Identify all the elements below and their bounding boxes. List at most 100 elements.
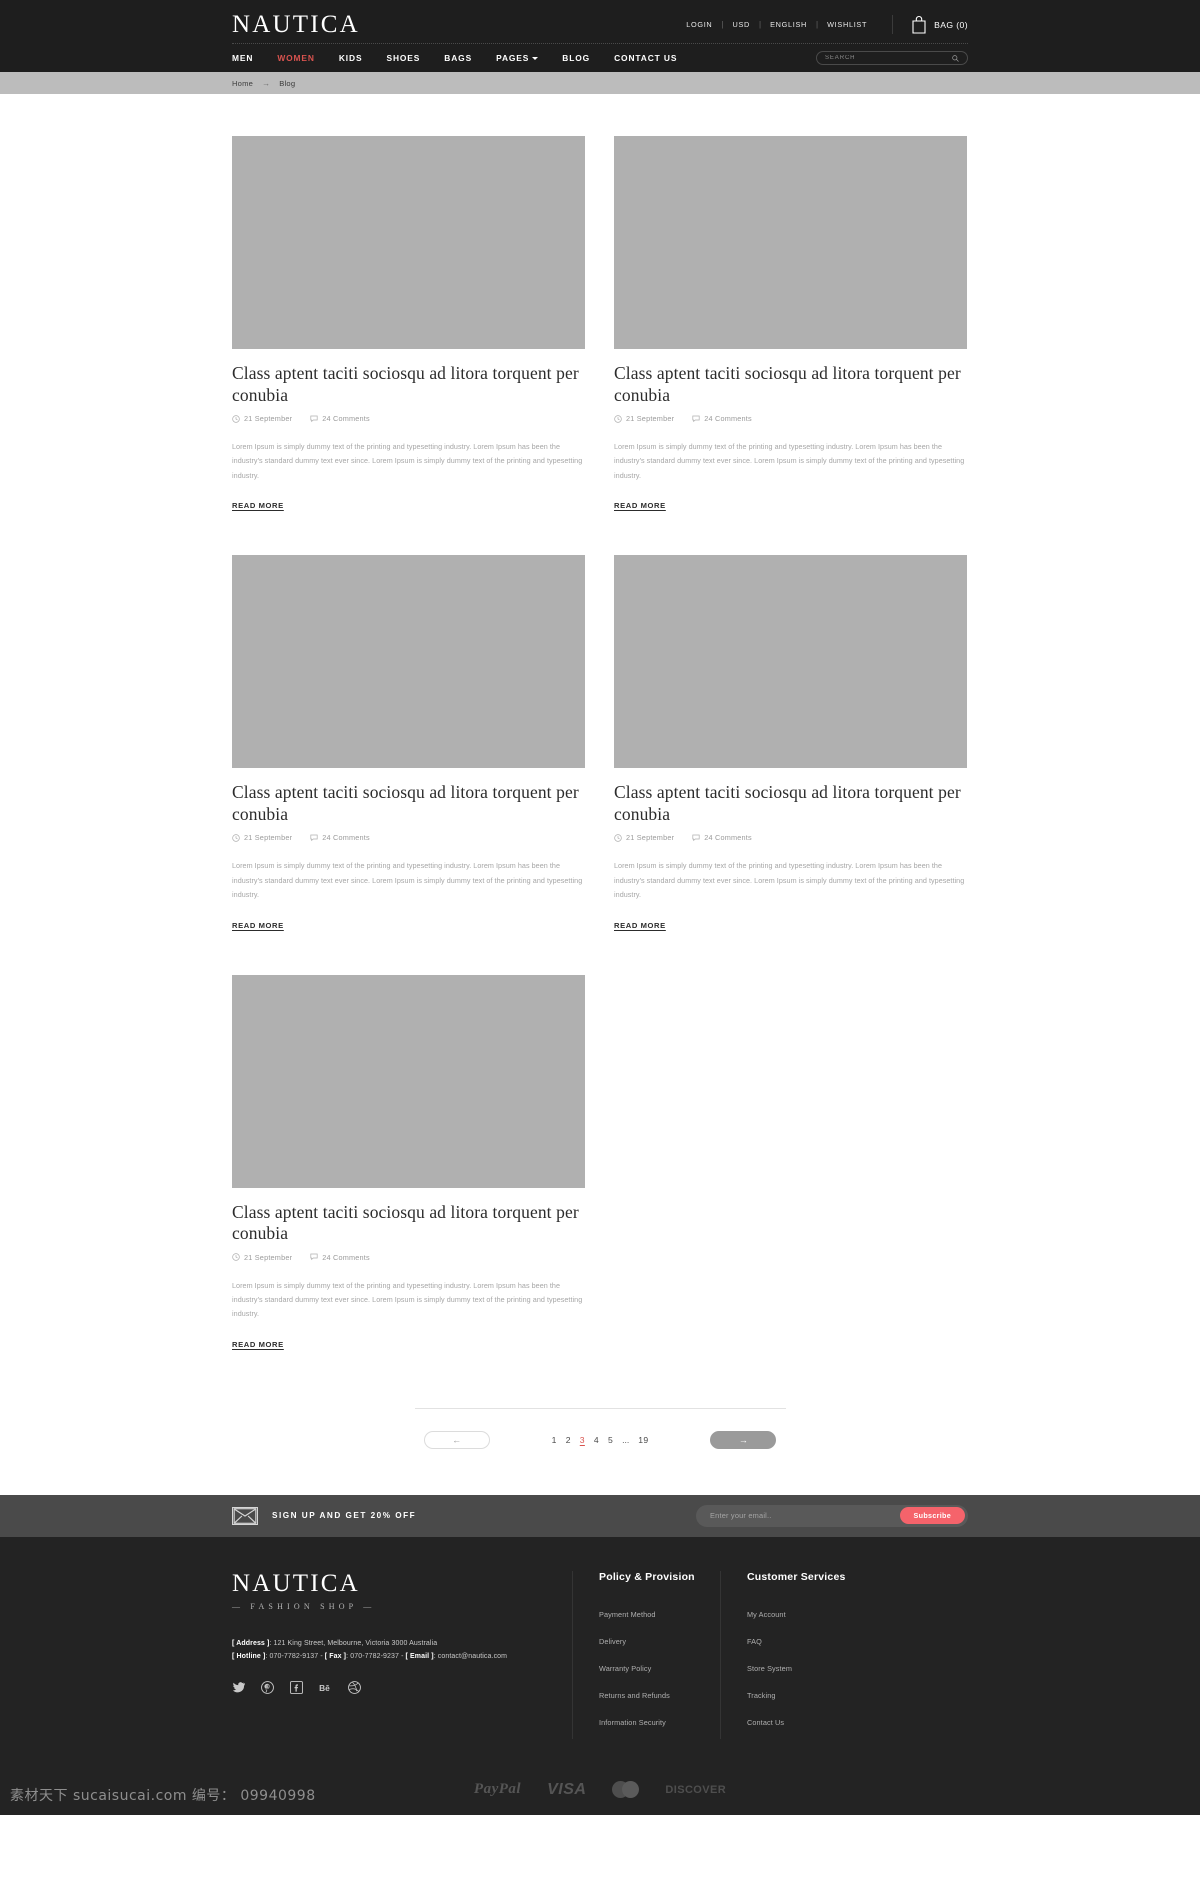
top-link-currency[interactable]: USD bbox=[723, 20, 759, 29]
post-date-label: 21 September bbox=[626, 833, 675, 843]
newsletter-headline: SIGN UP AND GET 20% OFF bbox=[272, 1511, 417, 1521]
footer-address-label: [ Address ] bbox=[232, 1639, 270, 1647]
footer-link-contact-us[interactable]: Contact Us bbox=[747, 1718, 784, 1727]
pagination-prev-button[interactable]: ← bbox=[423, 1430, 490, 1449]
pagination-rule bbox=[414, 1407, 786, 1409]
newsletter-email-input[interactable] bbox=[710, 1511, 900, 1521]
post-comments: 24 Comments bbox=[692, 414, 752, 423]
dribbble-icon[interactable] bbox=[348, 1681, 361, 1694]
footer-link-tracking[interactable]: Tracking bbox=[747, 1691, 776, 1700]
post-title[interactable]: Class aptent taciti sociosqu ad litora t… bbox=[232, 1202, 585, 1245]
top-link-wishlist[interactable]: WISHLIST bbox=[818, 20, 876, 29]
post-excerpt: Lorem Ipsum is simply dummy text of the … bbox=[614, 861, 965, 900]
post-excerpt: Lorem Ipsum is simply dummy text of the … bbox=[232, 1280, 583, 1319]
post-thumbnail[interactable] bbox=[614, 555, 967, 769]
footer-logo[interactable]: NAUTICA bbox=[232, 1571, 572, 1596]
pagination-page-3[interactable]: 3 bbox=[580, 1435, 585, 1445]
pagination-page-5[interactable]: 5 bbox=[608, 1435, 613, 1445]
nav-item-pages[interactable]: PAGES bbox=[484, 53, 550, 63]
footer-hotline-value: : 070-7782-9137 bbox=[265, 1653, 319, 1661]
header-top-row: NAUTICA LOGIN | USD | ENGLISH | WISHLIST bbox=[232, 0, 968, 43]
read-more-link[interactable]: READ MORE bbox=[232, 921, 284, 930]
nav-item-blog[interactable]: BLOG bbox=[550, 53, 602, 63]
pagination-next-button[interactable]: → bbox=[710, 1430, 777, 1449]
post-date: 21 September bbox=[232, 414, 292, 423]
site-footer: NAUTICA — FASHION SHOP — [ Address ]: 12… bbox=[0, 1536, 1200, 1815]
pagination-page-1[interactable]: 1 bbox=[552, 1435, 557, 1445]
footer-address-line: [ Address ]: 121 King Street, Melbourne,… bbox=[232, 1637, 572, 1651]
blog-post-card[interactable]: Class aptent taciti sociosqu ad litora t… bbox=[614, 136, 967, 513]
post-meta: 21 September 24 Comments bbox=[232, 833, 585, 842]
site-logo[interactable]: NAUTICA bbox=[232, 12, 360, 37]
read-more-link[interactable]: READ MORE bbox=[614, 501, 666, 510]
breadcrumb: Home → Blog bbox=[232, 79, 968, 88]
subscribe-button[interactable]: Subscribe bbox=[899, 1507, 965, 1525]
nav-item-shoes[interactable]: SHOES bbox=[374, 53, 432, 63]
footer-link-information-security[interactable]: Information Security bbox=[599, 1718, 666, 1727]
read-more-link[interactable]: READ MORE bbox=[232, 501, 284, 510]
search-box[interactable] bbox=[816, 51, 968, 65]
pagination-ellipsis: ... bbox=[622, 1434, 630, 1445]
footer-link-delivery[interactable]: Delivery bbox=[599, 1637, 626, 1646]
discover-icon: DISCOVER bbox=[665, 1783, 727, 1796]
behance-icon[interactable]: Bē bbox=[319, 1681, 331, 1693]
footer-contact-line: [ Hotline ]: 070-7782-9137 - [ Fax ]: 07… bbox=[232, 1650, 572, 1664]
nav-item-women[interactable]: WOMEN bbox=[265, 53, 327, 63]
list-item: FAQ bbox=[747, 1631, 868, 1649]
nav-item-kids[interactable]: KIDS bbox=[327, 53, 375, 63]
read-more-link[interactable]: READ MORE bbox=[232, 1340, 284, 1349]
footer-link-faq[interactable]: FAQ bbox=[747, 1637, 762, 1646]
post-thumbnail[interactable] bbox=[614, 136, 967, 349]
nav-item-bags[interactable]: BAGS bbox=[432, 53, 484, 63]
footer-brand: NAUTICA — FASHION SHOP — [ Address ]: 12… bbox=[232, 1571, 572, 1739]
post-title[interactable]: Class aptent taciti sociosqu ad litora t… bbox=[614, 782, 967, 825]
newsletter-form[interactable]: Subscribe bbox=[696, 1504, 968, 1527]
post-title[interactable]: Class aptent taciti sociosqu ad litora t… bbox=[614, 363, 967, 406]
post-thumbnail[interactable] bbox=[232, 555, 585, 769]
footer-link-warranty-policy[interactable]: Warranty Policy bbox=[599, 1664, 651, 1673]
top-link-language[interactable]: ENGLISH bbox=[761, 20, 816, 29]
pagination-page-last[interactable]: 19 bbox=[638, 1435, 648, 1445]
search-icon[interactable] bbox=[952, 54, 959, 62]
footer-link-my-account[interactable]: My Account bbox=[747, 1610, 786, 1619]
blog-post-card[interactable]: Class aptent taciti sociosqu ad litora t… bbox=[232, 974, 585, 1352]
read-more-link[interactable]: READ MORE bbox=[614, 921, 666, 930]
comment-icon bbox=[310, 834, 318, 841]
blog-post-card[interactable]: Class aptent taciti sociosqu ad litora t… bbox=[232, 555, 585, 932]
facebook-icon[interactable] bbox=[290, 1681, 303, 1694]
footer-link-returns-and-refunds[interactable]: Returns and Refunds bbox=[599, 1691, 670, 1700]
footer-sep-1: - bbox=[320, 1653, 323, 1661]
nav-item-contact-us[interactable]: CONTACT US bbox=[602, 53, 689, 63]
twitter-icon[interactable] bbox=[232, 1681, 245, 1693]
breadcrumb-bar: Home → Blog bbox=[0, 72, 1200, 94]
top-link-login[interactable]: LOGIN bbox=[677, 20, 721, 29]
footer-link-store-system[interactable]: Store System bbox=[747, 1664, 792, 1673]
breadcrumb-home[interactable]: Home bbox=[232, 79, 253, 88]
post-comments-label: 24 Comments bbox=[704, 414, 752, 424]
post-meta: 21 September 24 Comments bbox=[232, 414, 585, 423]
footer-contact: [ Address ]: 121 King Street, Melbourne,… bbox=[232, 1637, 572, 1664]
post-date: 21 September bbox=[614, 833, 674, 842]
post-title[interactable]: Class aptent taciti sociosqu ad litora t… bbox=[232, 782, 585, 825]
search-input[interactable] bbox=[825, 55, 952, 61]
post-excerpt: Lorem Ipsum is simply dummy text of the … bbox=[614, 442, 965, 480]
cart-button[interactable]: BAG (0) bbox=[892, 15, 968, 34]
post-title[interactable]: Class aptent taciti sociosqu ad litora t… bbox=[232, 363, 585, 406]
pagination-page-4[interactable]: 4 bbox=[594, 1435, 599, 1445]
footer-link-payment-method[interactable]: Payment Method bbox=[599, 1610, 656, 1619]
footer-link-list: My Account FAQ Store System Tracking Con… bbox=[747, 1604, 868, 1730]
post-thumbnail[interactable] bbox=[232, 136, 585, 349]
post-date: 21 September bbox=[614, 414, 674, 423]
footer-hotline-label: [ Hotline ] bbox=[232, 1653, 266, 1661]
post-thumbnail[interactable] bbox=[232, 974, 585, 1188]
pagination-page-2[interactable]: 2 bbox=[566, 1435, 571, 1445]
post-excerpt: Lorem Ipsum is simply dummy text of the … bbox=[232, 442, 583, 480]
pinterest-icon[interactable] bbox=[261, 1681, 274, 1694]
watermark-text: 素材天下 sucaisucai.com 编号： 09940998 bbox=[10, 1787, 316, 1804]
post-date-label: 21 September bbox=[244, 1252, 293, 1262]
blog-post-card[interactable]: Class aptent taciti sociosqu ad litora t… bbox=[614, 555, 967, 932]
paypal-icon: PayPal bbox=[473, 1781, 522, 1798]
nav-item-men[interactable]: MEN bbox=[232, 53, 265, 63]
clock-icon bbox=[232, 1253, 240, 1261]
blog-post-card[interactable]: Class aptent taciti sociosqu ad litora t… bbox=[232, 136, 585, 513]
